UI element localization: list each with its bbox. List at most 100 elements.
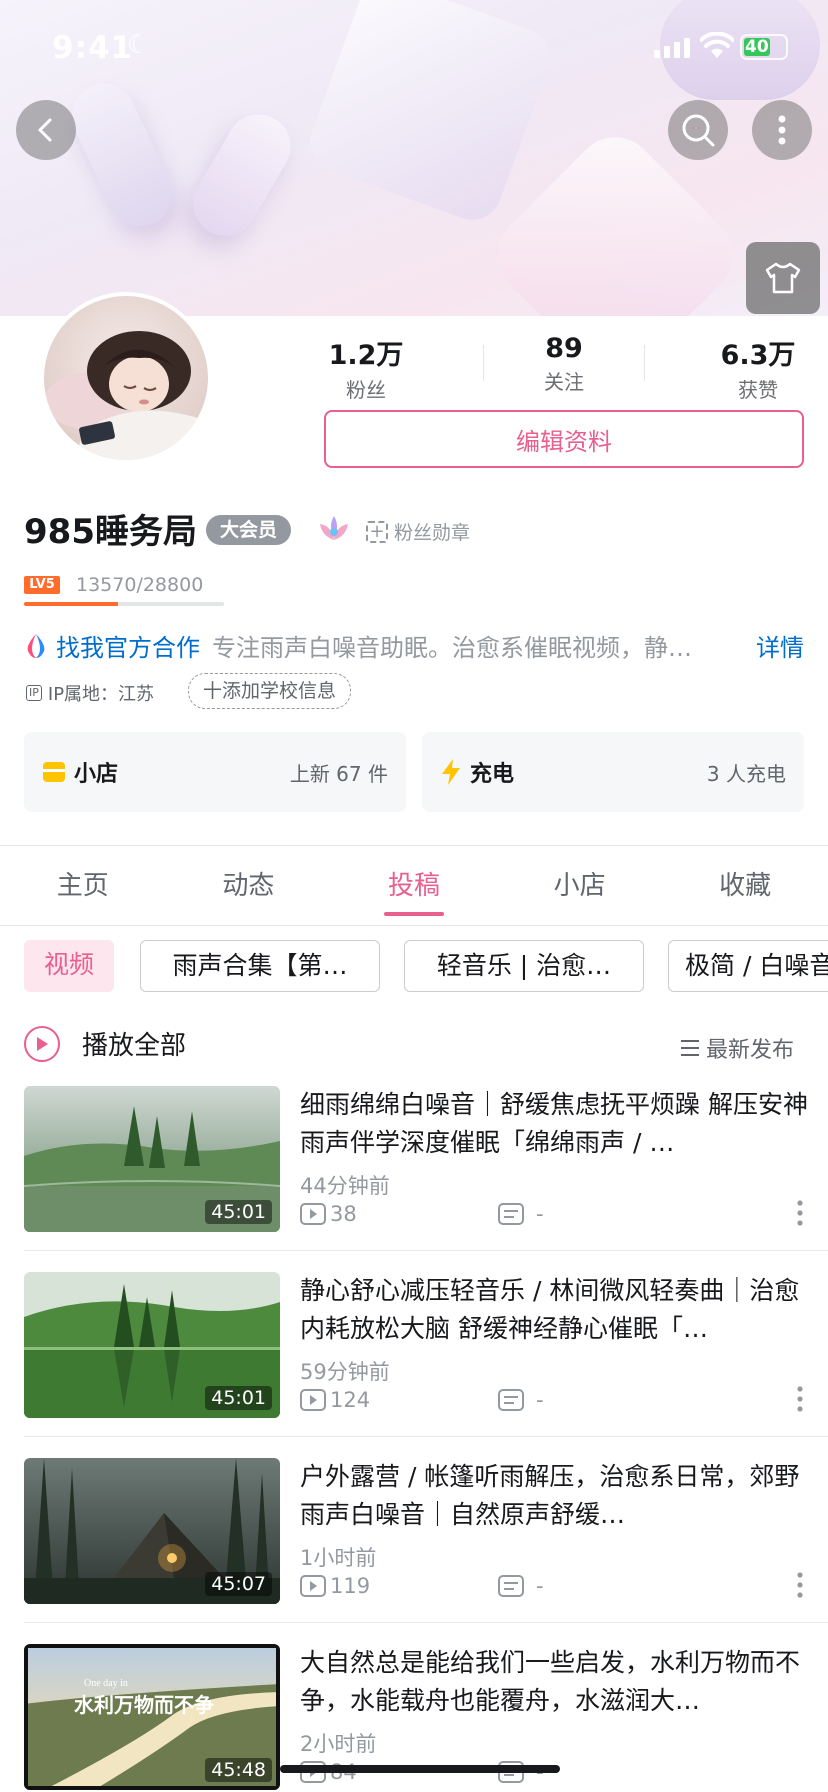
bio-text: 专注雨声白噪音助眠。治愈系催眠视频，静… — [212, 634, 692, 662]
charge-card[interactable]: 充电 3 人充电 — [422, 732, 804, 812]
chevron-left-icon — [38, 118, 52, 142]
play-all-button[interactable]: 播放全部 — [24, 1025, 186, 1062]
tab-home[interactable]: 主页 — [0, 846, 166, 926]
thumb-caption-small: One day in — [84, 1678, 128, 1689]
sort-button[interactable]: 最新发布 — [680, 1032, 794, 1064]
more-vertical-icon[interactable] — [790, 1570, 810, 1600]
video-item[interactable]: 45:01 静心舒心减压轻音乐 / 林间微风轻奏曲｜治愈内耗放松大脑 舒缓神经静… — [24, 1272, 828, 1420]
video-title[interactable]: 大自然总是能给我们一些启发，水利万物而不争，水能载舟也能覆舟，水滋润大… — [300, 1644, 810, 1720]
more-vertical-icon[interactable] — [790, 1198, 810, 1228]
stat-following[interactable]: 89 关注 — [494, 333, 634, 395]
danmu-icon — [498, 1389, 524, 1411]
chip-white-noise[interactable]: 极简 / 白噪音 — [668, 940, 828, 992]
likes-label: 获赞 — [738, 378, 778, 402]
video-plays-count: 124 — [330, 1388, 371, 1412]
play-count-icon — [300, 1203, 326, 1225]
chip-rain-collection[interactable]: 雨声合集【第… — [140, 940, 380, 992]
video-danmu: - — [498, 1574, 544, 1598]
list-icon — [681, 1040, 699, 1056]
edit-profile-button[interactable]: 编辑资料 — [324, 410, 804, 468]
video-plays: 124 — [300, 1388, 370, 1412]
shop-card-meta: 上新 67 件 — [289, 761, 388, 786]
stat-followers[interactable]: 1.2万 粉丝 — [296, 333, 436, 403]
fan-medal-label: 粉丝勋章 — [394, 522, 471, 544]
fan-medal[interactable]: + 粉丝勋章 — [366, 518, 470, 545]
video-time: 59分钟前 — [300, 1360, 390, 1384]
back-button[interactable] — [16, 100, 76, 160]
video-danmu: - — [498, 1202, 544, 1226]
divider — [24, 1250, 828, 1251]
video-duration: 45:01 — [205, 1386, 272, 1410]
play-count-icon — [300, 1575, 326, 1597]
more-button[interactable] — [752, 100, 812, 160]
video-item[interactable]: 45:01 细雨绵绵白噪音｜舒缓焦虑抚平烦躁 解压安神 雨声伴学深度催眠「绵绵雨… — [24, 1086, 828, 1234]
video-time: 1小时前 — [300, 1546, 377, 1570]
dress-up-button[interactable] — [746, 242, 820, 314]
more-vertical-icon[interactable] — [790, 1384, 810, 1414]
video-thumbnail: 45:01 — [24, 1086, 280, 1232]
status-time: 9:41 — [52, 30, 134, 66]
danmu-icon — [498, 1575, 524, 1597]
following-label: 关注 — [544, 370, 584, 394]
video-thumbnail: 45:01 — [24, 1272, 280, 1418]
thumb-caption: 水利万物而不争 — [74, 1693, 214, 1717]
charge-card-title: 充电 — [470, 762, 515, 787]
tab-favorites[interactable]: 收藏 — [662, 846, 828, 926]
stat-likes[interactable]: 6.3万 获赞 — [688, 333, 828, 403]
video-item[interactable]: 45:07 户外露营 / 帐篷听雨解压，治愈系日常，郊野雨声白噪音｜自然原声舒缓… — [24, 1458, 828, 1606]
likes-count: 6.3万 — [720, 340, 796, 371]
ip-location: IP IP属地：江苏 — [26, 680, 154, 706]
ip-tag: IP — [26, 685, 42, 701]
video-title[interactable]: 户外露营 / 帐篷听雨解压，治愈系日常，郊野雨声白噪音｜自然原声舒缓… — [300, 1458, 810, 1534]
video-plays: 38 — [300, 1202, 357, 1226]
divider — [24, 1436, 828, 1437]
battery-icon: 40 — [740, 34, 788, 60]
following-count: 89 — [545, 333, 583, 364]
home-indicator[interactable] — [280, 1765, 560, 1773]
tab-dynamic[interactable]: 动态 — [166, 846, 332, 926]
exp-progress-fill — [24, 602, 119, 606]
video-title[interactable]: 细雨绵绵白噪音｜舒缓焦虑抚平烦躁 解压安神 雨声伴学深度催眠「绵绵雨声 / … — [300, 1086, 810, 1162]
vip-badge[interactable]: 大会员 — [206, 515, 292, 545]
video-time: 44分钟前 — [300, 1174, 390, 1198]
username: 985睡务局 — [24, 512, 197, 552]
search-icon — [682, 114, 715, 147]
video-plays: 119 — [300, 1574, 370, 1598]
drop-logo-icon — [27, 633, 45, 658]
bio-row[interactable]: 找我官方合作 专注雨声白噪音助眠。治愈系催眠视频，静… 详情 — [24, 628, 804, 663]
video-duration: 45:01 — [205, 1200, 272, 1224]
level-badge: LV5 — [24, 576, 60, 594]
shirt-icon — [765, 262, 801, 294]
video-plays-count: 119 — [330, 1574, 371, 1598]
video-danmu-count: - — [536, 1388, 544, 1412]
tab-uploads[interactable]: 投稿 — [331, 846, 497, 926]
lightning-icon — [442, 759, 460, 785]
video-time: 2小时前 — [300, 1732, 377, 1756]
video-duration: 45:48 — [205, 1758, 272, 1782]
video-title[interactable]: 静心舒心减压轻音乐 / 林间微风轻奏曲｜治愈内耗放松大脑 舒缓神经静心催眠「… — [300, 1272, 810, 1348]
charge-card-meta: 3 人充电 — [706, 761, 786, 786]
bio-more-link[interactable]: 详情 — [756, 628, 804, 663]
followers-count: 1.2万 — [328, 340, 404, 371]
shop-card-title: 小店 — [74, 762, 119, 787]
add-school-button[interactable]: 十添加学校信息 — [188, 673, 352, 709]
tab-shop[interactable]: 小店 — [497, 846, 663, 926]
cooperation-link[interactable]: 找我官方合作 — [56, 628, 200, 663]
more-vertical-icon — [778, 115, 786, 145]
avatar[interactable] — [44, 296, 208, 460]
play-circle-icon — [24, 1025, 60, 1062]
battery-level: 40 — [745, 37, 769, 57]
video-thumbnail: One day in 水利万物而不争 45:48 — [24, 1644, 280, 1790]
shop-card[interactable]: 小店 上新 67 件 — [24, 732, 406, 812]
chip-light-music[interactable]: 轻音乐 | 治愈… — [404, 940, 644, 992]
shop-icon — [43, 762, 65, 782]
lotus-badge-icon[interactable] — [316, 512, 352, 546]
video-danmu: - — [498, 1388, 544, 1412]
chip-videos[interactable]: 视频 — [24, 940, 114, 992]
video-thumbnail: 45:07 — [24, 1458, 280, 1604]
exp-progress-bar — [24, 602, 224, 606]
moon-icon: ☾ — [127, 30, 151, 60]
video-danmu-count: - — [536, 1574, 544, 1598]
search-button[interactable] — [668, 100, 728, 160]
play-count-icon — [300, 1389, 326, 1411]
